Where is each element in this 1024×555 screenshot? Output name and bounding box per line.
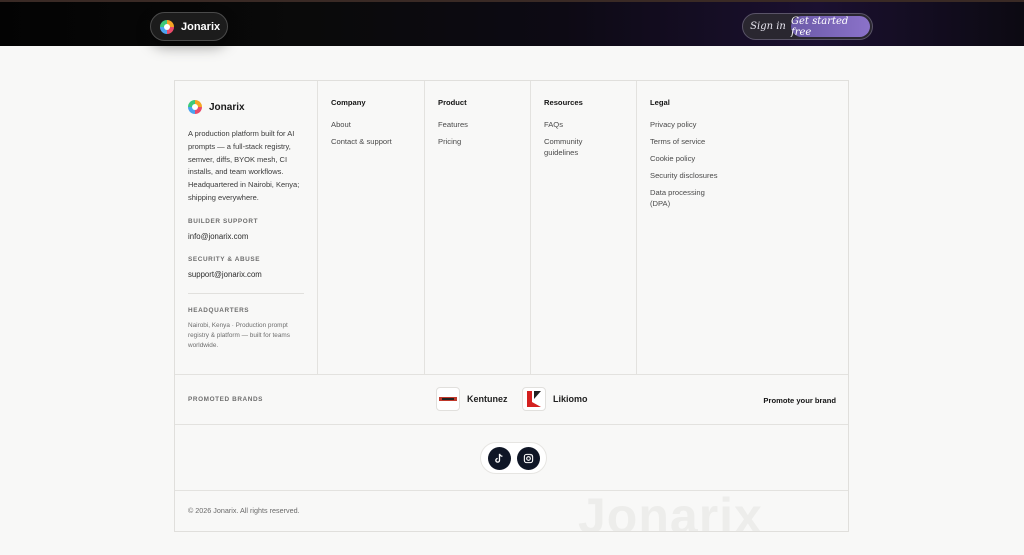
promoted-brands-label: PROMOTED BRANDS xyxy=(188,396,264,403)
divider xyxy=(188,292,304,294)
footer-link-terms[interactable]: Terms of service xyxy=(650,136,726,147)
site-footer: Jonarix A production platform built for … xyxy=(174,80,849,532)
brand-name: Jonarix xyxy=(181,20,221,33)
footer-link-contact[interactable]: Contact & support xyxy=(331,136,407,147)
builder-support-label: BUILDER SUPPORT xyxy=(188,217,259,225)
footer-brand-name: Jonarix xyxy=(209,101,245,113)
footer-column-resources: Resources FAQs Community guidelines xyxy=(531,81,637,374)
promote-brand-link[interactable]: Promote your brand xyxy=(763,396,836,405)
builder-support-email[interactable]: info@jonarix.com xyxy=(188,232,317,241)
brand-name: Kentunez xyxy=(467,394,508,404)
auth-group: Sign in Get started free xyxy=(742,13,873,40)
tiktok-icon[interactable] xyxy=(487,446,511,470)
footer-column-product: Product Features Pricing xyxy=(425,81,531,374)
social-row xyxy=(175,425,848,491)
security-email[interactable]: support@jonarix.com xyxy=(188,270,317,279)
footer-column-legal: Legal Privacy policy Terms of service Co… xyxy=(637,81,848,374)
copyright-text: © 2026 Jonarix. All rights reserved. xyxy=(188,506,300,515)
copyright-row: © 2026 Jonarix. All rights reserved. Jon… xyxy=(175,491,848,531)
sign-in-button[interactable]: Sign in xyxy=(745,21,791,32)
footer-link-cookies[interactable]: Cookie policy xyxy=(650,153,726,164)
footer-link-features[interactable]: Features xyxy=(438,119,514,130)
column-title: Legal xyxy=(650,98,670,107)
top-nav-bar: Jonarix Sign in Get started free xyxy=(0,0,1024,46)
footer-brand-column: Jonarix A production platform built for … xyxy=(175,81,318,374)
likiomo-logo-icon xyxy=(522,387,546,411)
promoted-brand-likiomo[interactable]: Likiomo xyxy=(522,387,588,411)
footer-description: A production platform built for AI promp… xyxy=(188,129,300,202)
promoted-brands-row: PROMOTED BRANDS Kentunez Likiomo Promote… xyxy=(175,375,848,425)
promoted-brand-kentunez[interactable]: Kentunez xyxy=(436,387,508,411)
footer-columns: Jonarix A production platform built for … xyxy=(175,81,848,375)
security-label: SECURITY & ABUSE xyxy=(188,255,261,263)
footer-link-community[interactable]: Community guidelines xyxy=(544,136,600,158)
home-logo-link[interactable]: Jonarix xyxy=(150,12,228,41)
jonarix-logo-icon xyxy=(188,100,202,114)
instagram-icon[interactable] xyxy=(516,446,540,470)
hq-text: Nairobi, Kenya · Production prompt regis… xyxy=(188,321,290,349)
footer-link-pricing[interactable]: Pricing xyxy=(438,136,514,147)
column-title: Resources xyxy=(544,98,583,107)
footer-link-faqs[interactable]: FAQs xyxy=(544,119,620,130)
footer-link-privacy[interactable]: Privacy policy xyxy=(650,119,726,130)
kentunez-logo-icon xyxy=(436,387,460,411)
footer-column-company: Company About Contact & support xyxy=(318,81,425,374)
column-title: Company xyxy=(331,98,366,107)
get-started-button[interactable]: Get started free xyxy=(791,16,870,38)
social-links xyxy=(480,442,547,474)
column-title: Product xyxy=(438,98,467,107)
hq-label: HEADQUARTERS xyxy=(188,306,250,314)
footer-brand[interactable]: Jonarix xyxy=(188,100,317,114)
footer-link-dpa[interactable]: Data processing (DPA) xyxy=(650,187,714,209)
brand-name: Likiomo xyxy=(553,394,588,404)
footer-link-about[interactable]: About xyxy=(331,119,407,130)
jonarix-logo-icon xyxy=(160,19,174,34)
footer-link-security[interactable]: Security disclosures xyxy=(650,170,740,181)
watermark-wordmark: Jonarix xyxy=(578,491,763,531)
